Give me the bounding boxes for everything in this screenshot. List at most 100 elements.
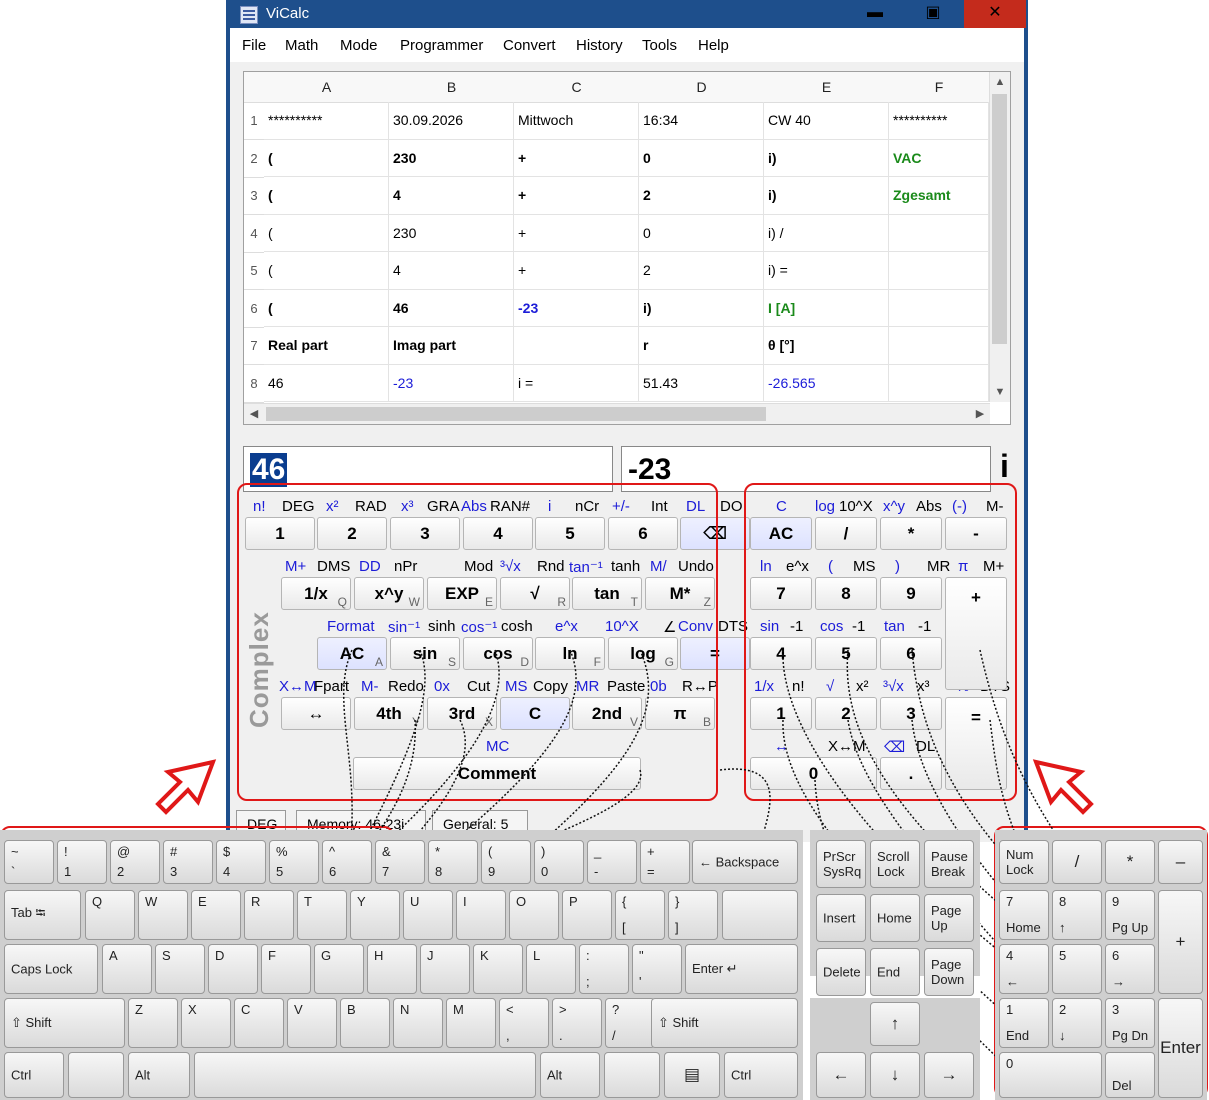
scroll-up-icon[interactable]: ▲ (990, 72, 1010, 92)
grid-cell-e8[interactable]: -26.565 (764, 364, 889, 402)
kb-key-1[interactable]: ! 1 (57, 840, 107, 884)
kb-key-10[interactable]: ) 0 (534, 840, 584, 884)
grid-cell-a3[interactable]: ( (264, 177, 389, 215)
menu-math[interactable]: Math (285, 37, 318, 54)
kb-key-s[interactable]: S (155, 944, 205, 994)
menu-tools[interactable]: Tools (642, 37, 677, 54)
grid-cell-a2[interactable]: ( (264, 139, 389, 177)
row-header-1[interactable]: 1 (244, 102, 264, 140)
kb-num-6[interactable]: 6 → (1105, 944, 1155, 994)
kb-num-0[interactable]: 0 (999, 1052, 1102, 1098)
row-header-4[interactable]: 4 (244, 215, 264, 253)
kb-key-o[interactable]: O (509, 890, 559, 940)
kb-nav-2[interactable]: Pause Break (924, 840, 974, 888)
grid-cell-f3[interactable]: Zgesamt (889, 177, 989, 215)
kb-num-del[interactable]: Del (1105, 1052, 1155, 1098)
row-header-7[interactable]: 7 (244, 327, 264, 365)
grid-cell-b3[interactable]: 4 (389, 177, 514, 215)
column-header-e[interactable]: E (764, 72, 890, 103)
grid-cell-e4[interactable]: i) / (764, 214, 889, 252)
grid-cell-c2[interactable]: + (514, 139, 639, 177)
kb-key-4[interactable]: $4 (216, 840, 266, 884)
grid-cell-b5[interactable]: 4 (389, 252, 514, 290)
kb-punct2-0[interactable]: <, (499, 998, 549, 1048)
kb-key-l[interactable]: L (526, 944, 576, 994)
kb-key-k[interactable]: K (473, 944, 523, 994)
kb-punct2-1[interactable]: >. (552, 998, 602, 1048)
grid-cell-a5[interactable]: ( (264, 252, 389, 290)
kb-num-3[interactable]: 3 Pg Dn (1105, 998, 1155, 1048)
vertical-scrollbar[interactable]: ▲ ▼ (989, 72, 1010, 402)
kb-punct-1[interactable]: " ' (632, 944, 682, 994)
kb-key-t[interactable]: T (297, 890, 347, 940)
kb-key-2[interactable]: @2 (110, 840, 160, 884)
kb-key-c[interactable]: C (234, 998, 284, 1048)
grid-cell-c6[interactable]: -23 (514, 289, 639, 327)
column-header-a[interactable]: A (264, 72, 390, 103)
menu-mode[interactable]: Mode (340, 37, 378, 54)
kb-key-7[interactable]: & 7 (375, 840, 425, 884)
kb-ctrl-right[interactable]: Ctrl (724, 1052, 798, 1098)
grid-cell-d8[interactable]: 51.43 (639, 364, 764, 402)
kb-ctrl-left[interactable]: Ctrl (4, 1052, 64, 1098)
kb-arrow-up[interactable]: ↑ (870, 1002, 920, 1046)
kb-nav-7[interactable]: End (870, 948, 920, 996)
grid-cell-a4[interactable]: ( (264, 214, 389, 252)
kb-num-8[interactable]: 8 ↑ (1052, 890, 1102, 940)
kb-numlock[interactable]: Num Lock (999, 840, 1049, 884)
kb-shift-right[interactable]: ⇧ Shift (651, 998, 798, 1048)
kb-key-e[interactable]: E (191, 890, 241, 940)
kb-key-u[interactable]: U (403, 890, 453, 940)
kb-key-d[interactable]: D (208, 944, 258, 994)
grid-cell-f5[interactable] (889, 252, 989, 290)
grid-cell-d4[interactable]: 0 (639, 214, 764, 252)
kb-backspace[interactable]: ← Backspace (692, 840, 798, 884)
label-r1-13[interactable]: DO (720, 498, 743, 515)
minimize-button[interactable]: ▬ (846, 0, 904, 28)
grid-cell-a6[interactable]: ( (264, 289, 389, 327)
grid-cell-f1[interactable]: ********** (889, 102, 989, 140)
kb-win-left[interactable] (68, 1052, 124, 1098)
grid-cell-b8[interactable]: -23 (389, 364, 514, 402)
kb-tab[interactable]: Tab ⭾ (4, 890, 81, 940)
kb-menu[interactable]: ▤ (664, 1052, 720, 1098)
kb-key-q[interactable]: Q (85, 890, 135, 940)
grid-cell-d7[interactable]: r (639, 327, 764, 365)
vertical-scroll-thumb[interactable] (992, 94, 1007, 344)
grid-cell-c5[interactable]: + (514, 252, 639, 290)
grid-cell-b2[interactable]: 230 (389, 139, 514, 177)
kb-key-f[interactable]: F (261, 944, 311, 994)
kb-altgr[interactable]: Alt (540, 1052, 600, 1098)
grid-cell-d2[interactable]: 0 (639, 139, 764, 177)
row-header-8[interactable]: 8 (244, 365, 264, 403)
kb-key-i[interactable]: I (456, 890, 506, 940)
title-bar[interactable]: ViCalc ▬ ▣ ✕ (226, 0, 1028, 28)
kb-key-n[interactable]: N (393, 998, 443, 1048)
kb-space[interactable] (194, 1052, 536, 1098)
maximize-button[interactable]: ▣ (904, 0, 962, 28)
grid-cell-d1[interactable]: 16:34 (639, 102, 764, 140)
kb-punct2-2[interactable]: ? / (605, 998, 655, 1048)
kb-nav-4[interactable]: Home (870, 894, 920, 942)
kb-key-9[interactable]: (9 (481, 840, 531, 884)
kb-num-2[interactable]: 2 ↓ (1052, 998, 1102, 1048)
kb-key-j[interactable]: J (420, 944, 470, 994)
horizontal-scroll-thumb[interactable] (266, 407, 766, 421)
row-header-2[interactable]: 2 (244, 140, 264, 178)
kb-arrow-right[interactable]: → (924, 1052, 974, 1098)
kb-bracket-0[interactable]: {[ (615, 890, 665, 940)
scroll-right-icon[interactable]: ▶ (970, 404, 990, 424)
horizontal-scrollbar[interactable]: ◀ ▶ (244, 403, 990, 424)
kb-key-b[interactable]: B (340, 998, 390, 1048)
grid-cell-f8[interactable] (889, 364, 989, 402)
menu-history[interactable]: History (576, 37, 623, 54)
grid-cell-c3[interactable]: + (514, 177, 639, 215)
grid-cell-c7[interactable] (514, 327, 639, 365)
column-header-b[interactable]: B (389, 72, 515, 103)
menu-help[interactable]: Help (698, 37, 729, 54)
grid-cell-d6[interactable]: i) (639, 289, 764, 327)
kb-shift-left[interactable]: ⇧ Shift (4, 998, 125, 1048)
kb-key-z[interactable]: Z (128, 998, 178, 1048)
kb-key-p[interactable]: P (562, 890, 612, 940)
kb-num-1[interactable]: 1 End (999, 998, 1049, 1048)
